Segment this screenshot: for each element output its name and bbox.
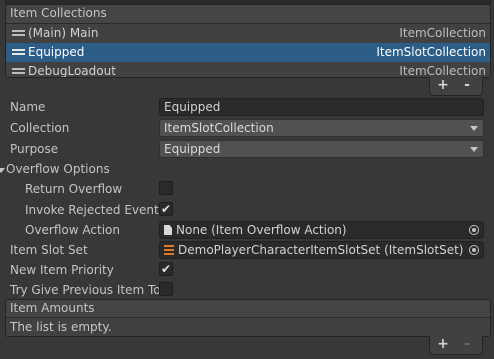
list-item-label: (Main) Main (28, 26, 99, 40)
collection-value: ItemSlotCollection (164, 121, 274, 135)
purpose-label: Purpose (10, 142, 59, 156)
add-amount-button[interactable]: + (433, 336, 453, 354)
purpose-value: Equipped (164, 142, 221, 156)
dropdown-caret-icon (470, 126, 478, 131)
try-give-previous-checkbox[interactable] (159, 282, 173, 296)
item-collections-list: Item Collections (Main) Main ItemCollect… (5, 4, 491, 78)
invoke-rejected-event-label: Invoke Rejected Event (25, 203, 159, 217)
collection-dropdown[interactable]: ItemSlotCollection (159, 119, 484, 137)
object-picker-icon[interactable] (469, 245, 479, 255)
drag-handle-icon[interactable] (12, 49, 25, 55)
scriptable-asset-icon (164, 245, 174, 255)
name-label: Name (10, 100, 46, 114)
list-item-equipped[interactable]: Equipped ItemSlotCollection (6, 43, 490, 62)
item-amounts-title: Item Amounts (10, 301, 95, 315)
list-item-type: ItemSlotCollection (376, 45, 486, 59)
list-item-type: ItemCollection (399, 64, 486, 78)
return-overflow-label: Return Overflow (25, 182, 123, 196)
remove-collection-button[interactable]: - (457, 77, 477, 95)
item-slot-set-field[interactable]: DemoPlayerCharacterItemSlotSet (ItemSlot… (159, 241, 484, 259)
drag-handle-icon[interactable] (12, 68, 25, 74)
item-amounts-footer: + - (429, 336, 483, 355)
dropdown-caret-icon (470, 147, 478, 152)
invoke-rejected-event-checkbox[interactable]: ✔ (159, 202, 173, 216)
foldout-arrow-icon[interactable] (0, 168, 5, 173)
overflow-options-foldout[interactable]: Overflow Options (6, 162, 110, 176)
empty-list-text: The list is empty. (10, 320, 112, 334)
item-collections-title: Item Collections (10, 6, 107, 20)
new-item-priority-checkbox[interactable]: ✔ (159, 262, 173, 276)
name-field[interactable]: Equipped (159, 98, 484, 116)
list-item-main[interactable]: (Main) Main ItemCollection (6, 24, 490, 43)
list-item-label: DebugLoadout (28, 64, 116, 78)
add-collection-button[interactable]: + (433, 77, 453, 95)
try-give-previous-label: Try Give Previous Item To (10, 283, 161, 297)
object-picker-icon[interactable] (469, 225, 479, 235)
overflow-action-field[interactable]: None (Item Overflow Action) (159, 221, 484, 239)
checkmark-icon: ✔ (160, 202, 172, 216)
remove-amount-button[interactable]: - (457, 336, 477, 354)
collection-label: Collection (10, 121, 70, 135)
document-icon (164, 225, 172, 235)
return-overflow-checkbox[interactable] (159, 181, 173, 195)
list-item-label: Equipped (28, 45, 85, 59)
overflow-action-value: None (Item Overflow Action) (176, 223, 347, 237)
drag-handle-icon[interactable] (12, 30, 25, 36)
list-item-debug-loadout[interactable]: DebugLoadout ItemCollection (6, 62, 490, 78)
item-slot-set-value: DemoPlayerCharacterItemSlotSet (ItemSlot… (178, 243, 464, 257)
checkmark-icon: ✔ (160, 262, 172, 276)
overflow-action-label: Overflow Action (25, 223, 120, 237)
item-collections-footer: + - (429, 77, 483, 96)
item-slot-set-label: Item Slot Set (10, 243, 88, 257)
list-item-type: ItemCollection (399, 26, 486, 40)
new-item-priority-label: New Item Priority (10, 263, 114, 277)
item-amounts-list: Item Amounts The list is empty. (5, 299, 491, 337)
item-collections-header: Item Collections (6, 5, 490, 24)
item-amounts-header: Item Amounts (6, 300, 490, 318)
purpose-dropdown[interactable]: Equipped (159, 140, 484, 158)
